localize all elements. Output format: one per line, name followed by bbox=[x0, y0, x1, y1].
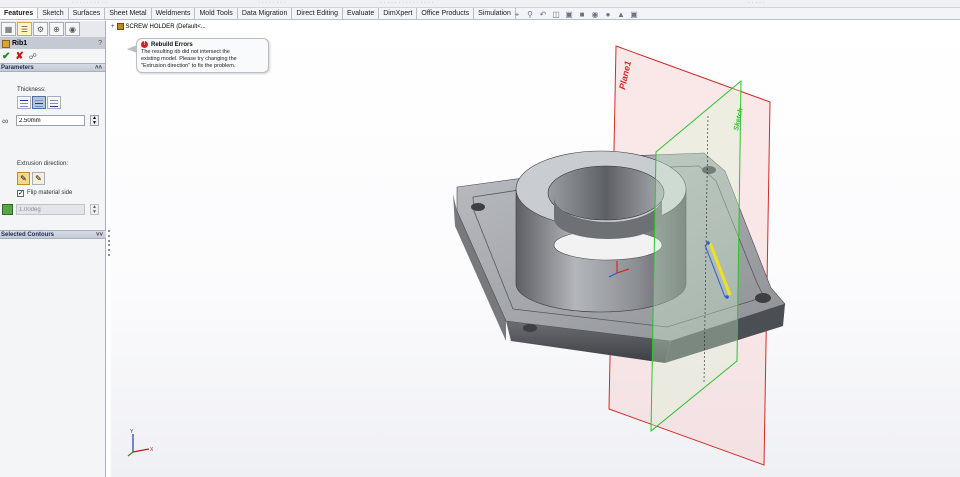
corner-hole-top-left bbox=[471, 203, 485, 211]
tab-data-migration[interactable]: Data Migration bbox=[238, 8, 293, 19]
extrusion-direction-label: Extrusion direction: bbox=[17, 161, 69, 167]
corner-hole-bottom-right bbox=[755, 293, 771, 303]
flip-material-side-label: Flip material side bbox=[27, 190, 73, 196]
command-manager-tabs: Features Sketch Surfaces Sheet Metal Wel… bbox=[0, 8, 960, 20]
ghost-label-boundary-boss: · · · · · · · · · · bbox=[72, 0, 107, 6]
corner-hole-bottom-left bbox=[523, 324, 537, 332]
tab-simulation[interactable]: Simulation bbox=[474, 8, 516, 19]
display-manager-tab-icon[interactable]: ◉ bbox=[65, 22, 80, 36]
part-icon bbox=[116, 23, 124, 30]
selected-contours-label: Selected Contours bbox=[1, 231, 55, 238]
model-view: Plane1 Sketch Y X bbox=[127, 45, 786, 466]
thickness-input[interactable] bbox=[16, 115, 85, 126]
callout-message-line: The resulting rib did not intersect the bbox=[141, 49, 230, 55]
draft-angle-input bbox=[16, 204, 85, 215]
draft-on-off-icon[interactable] bbox=[2, 204, 13, 215]
rib-endpoint-top bbox=[706, 241, 710, 245]
tab-office-products[interactable]: Office Products bbox=[417, 8, 475, 19]
flip-material-side-checkbox[interactable]: ✓ bbox=[17, 190, 24, 197]
feature-manager-tab-icon[interactable]: ▦ bbox=[1, 22, 16, 36]
view-orientation-icon[interactable]: ▣ bbox=[564, 10, 574, 19]
callout-message-line: existing model. Please try changing the bbox=[141, 56, 237, 62]
thickness-both-sides-button[interactable] bbox=[32, 96, 46, 109]
parallel-to-sketch-button[interactable]: ✎ bbox=[17, 172, 30, 185]
display-style-icon[interactable]: ■ bbox=[577, 10, 587, 19]
rib-icon bbox=[2, 39, 10, 48]
pm-title: Rib1 bbox=[12, 40, 28, 47]
tab-dimxpert[interactable]: DimXpert bbox=[379, 8, 418, 19]
thickness-spin-button[interactable]: ▲ ▼ bbox=[90, 115, 99, 126]
ref-triad-label-x: X bbox=[150, 447, 154, 453]
thickness-dimension-icon: ∞ bbox=[2, 116, 9, 126]
ok-button[interactable]: ✔ bbox=[2, 51, 10, 62]
toolbar-top-strip: · · · · · · · · · · · · · · · · · · · · … bbox=[0, 0, 960, 8]
boss-bore bbox=[547, 165, 665, 221]
dimxpert-manager-tab-icon[interactable]: ⊕ bbox=[49, 22, 64, 36]
parameters-group bbox=[0, 72, 105, 199]
ghost-label-surface: · · · · · bbox=[748, 0, 765, 6]
hide-show-items-icon[interactable]: ◉ bbox=[590, 10, 600, 19]
ghost-label-misc: · · · · · · · · · · · · · · · bbox=[380, 0, 434, 6]
rib-endpoint-bottom bbox=[725, 295, 729, 299]
tab-mold-tools[interactable]: Mold Tools bbox=[195, 8, 238, 19]
ref-triad-z bbox=[127, 451, 134, 457]
configuration-manager-tab-icon[interactable]: ⚙ bbox=[33, 22, 48, 36]
callout-title: Rebuild Errors bbox=[151, 41, 193, 48]
callout-pointer bbox=[127, 45, 137, 53]
pm-title-bar: Rib1 ? bbox=[0, 38, 105, 49]
view-settings-icon[interactable]: ▣ bbox=[629, 10, 639, 19]
cancel-button[interactable]: ✘ bbox=[15, 51, 23, 62]
detailed-preview-icon[interactable]: ☍ bbox=[29, 52, 37, 61]
error-icon: ! bbox=[141, 41, 148, 48]
collapse-icon[interactable]: ˄˄ bbox=[95, 65, 102, 71]
tab-surfaces[interactable]: Surfaces bbox=[69, 8, 106, 19]
panel-tabs: ▦ ☰ ⚙ ⊕ ◉ bbox=[0, 21, 105, 38]
graphics-area[interactable]: Plane1 Sketch Y X bbox=[111, 21, 960, 477]
thickness-first-side-button[interactable] bbox=[17, 96, 31, 109]
expand-icon[interactable]: ˅˅ bbox=[96, 232, 103, 238]
apply-scene-icon[interactable]: ▲ bbox=[616, 10, 626, 19]
ref-triad-x bbox=[132, 448, 150, 453]
property-manager-tab-icon[interactable]: ☰ bbox=[17, 22, 32, 36]
selected-contours-group-header[interactable]: Selected Contours ˅˅ bbox=[0, 230, 106, 239]
heads-up-view-toolbar: ⌖ ⚲ ↶ ◫ ▣ ■ ◉ ● ▲ ▣ bbox=[512, 9, 639, 20]
previous-view-icon[interactable]: ↶ bbox=[538, 10, 548, 19]
thickness-label: Thickness: bbox=[17, 87, 46, 93]
rebuild-error-callout: ! Rebuild Errors The resulting rib did n… bbox=[127, 38, 269, 73]
tab-direct-editing[interactable]: Direct Editing bbox=[292, 8, 343, 19]
tab-weldments[interactable]: Weldments bbox=[152, 8, 196, 19]
zoom-to-area-icon[interactable]: ⚲ bbox=[525, 10, 535, 19]
ghost-label-boundary-cut: · · · · · · · · bbox=[258, 0, 286, 6]
parameters-header-label: Parameters bbox=[1, 64, 34, 71]
edit-appearance-icon[interactable]: ● bbox=[603, 10, 613, 19]
tab-sheet-metal[interactable]: Sheet Metal bbox=[105, 8, 152, 19]
tab-sketch[interactable]: Sketch bbox=[38, 8, 69, 19]
normal-to-sketch-button[interactable]: ✎ bbox=[32, 172, 45, 185]
part-name-label: SCREW HOLDER (Default<... bbox=[125, 23, 206, 30]
section-view-icon[interactable]: ◫ bbox=[551, 10, 561, 19]
property-manager: ▦ ☰ ⚙ ⊕ ◉ Rib1 ? ✔ ✘ ☍ Parameters ˄˄ Thi… bbox=[0, 21, 106, 477]
tab-features[interactable]: Features bbox=[0, 8, 39, 19]
expand-plus-icon[interactable]: + bbox=[111, 24, 115, 30]
draft-spin-button: ▲ ▼ bbox=[90, 204, 99, 215]
pm-action-row: ✔ ✘ ☍ bbox=[0, 49, 105, 63]
callout-message-line: "Extrusion direction" to fix the problem… bbox=[141, 63, 236, 69]
zoom-to-fit-icon[interactable]: ⌖ bbox=[512, 10, 522, 19]
help-icon[interactable]: ? bbox=[98, 40, 102, 47]
thickness-second-side-button[interactable] bbox=[47, 96, 61, 109]
parameters-group-header[interactable]: Parameters ˄˄ bbox=[0, 63, 105, 72]
feature-tree-flyout[interactable]: + SCREW HOLDER (Default<... bbox=[111, 23, 206, 30]
tab-evaluate[interactable]: Evaluate bbox=[343, 8, 380, 19]
